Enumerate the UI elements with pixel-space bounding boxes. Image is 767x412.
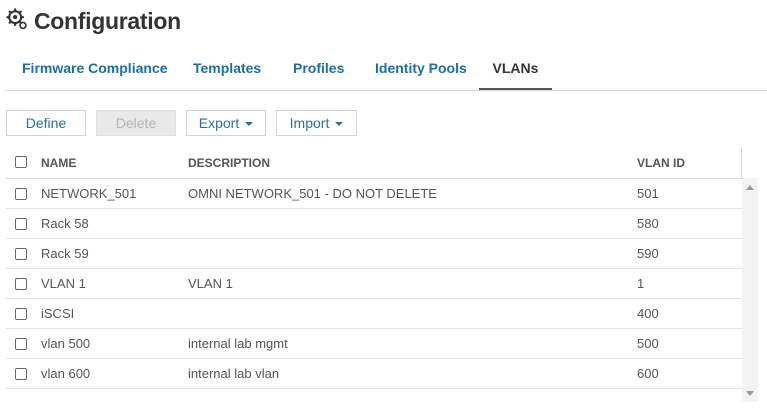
tab-bar: Firmware Compliance Templates Profiles I… [6, 48, 767, 91]
import-button[interactable]: Import [276, 110, 357, 136]
table-row[interactable]: NETWORK_501 OMNI NETWORK_501 - DO NOT DE… [6, 179, 742, 209]
cell-name: vlan 600 [41, 366, 91, 381]
cell-vlan-id: 580 [637, 216, 659, 231]
cell-vlan-id: 501 [637, 186, 659, 201]
cell-vlan-id: 500 [637, 336, 659, 351]
row-checkbox[interactable] [15, 368, 27, 380]
page-header: Configuration [6, 6, 181, 36]
cell-vlan-id: 600 [637, 366, 659, 381]
column-header-name[interactable]: NAME [41, 148, 76, 178]
select-all-checkbox[interactable] [15, 156, 27, 168]
tab-identity-pools[interactable]: Identity Pools [375, 48, 467, 88]
row-checkbox[interactable] [15, 338, 27, 350]
cell-vlan-id: 400 [637, 306, 659, 321]
import-label: Import [289, 115, 330, 131]
vlan-table: NAME DESCRIPTION VLAN ID NETWORK_501 OMN… [6, 148, 742, 389]
table-row[interactable]: Rack 59 590 [6, 239, 742, 269]
cell-vlan-id: 590 [637, 246, 659, 261]
tab-templates[interactable]: Templates [193, 48, 261, 88]
cell-vlan-id: 1 [637, 276, 645, 291]
page-title: Configuration [34, 7, 181, 34]
column-header-vlan-id[interactable]: VLAN ID [637, 148, 685, 178]
vertical-scrollbar[interactable] [742, 178, 758, 402]
gears-icon [6, 7, 28, 35]
cell-name: iSCSI [41, 306, 75, 321]
cell-name: VLAN 1 [41, 276, 86, 291]
define-button[interactable]: Define [6, 110, 86, 136]
tab-firmware-compliance[interactable]: Firmware Compliance [22, 48, 168, 88]
table-row[interactable]: vlan 500 internal lab mgmt 500 [6, 329, 742, 359]
row-checkbox[interactable] [15, 308, 27, 320]
tab-vlans[interactable]: VLANs [479, 48, 552, 90]
caret-down-icon [335, 122, 344, 127]
cell-description: VLAN 1 [188, 276, 233, 291]
cell-name: Rack 59 [41, 246, 89, 261]
scroll-up-arrow-icon[interactable] [746, 185, 754, 190]
row-checkbox[interactable] [15, 188, 27, 200]
scroll-down-arrow-icon[interactable] [746, 391, 754, 396]
caret-down-icon [245, 122, 254, 127]
table-row[interactable]: VLAN 1 VLAN 1 1 [6, 269, 742, 299]
row-checkbox[interactable] [15, 218, 27, 230]
export-label: Export [198, 115, 240, 131]
scrollbar-thumb[interactable] [745, 198, 755, 378]
cell-name: Rack 58 [41, 216, 89, 231]
column-divider [741, 148, 742, 178]
table-row[interactable]: iSCSI 400 [6, 299, 742, 329]
cell-name: NETWORK_501 [41, 186, 137, 201]
column-header-description[interactable]: DESCRIPTION [188, 148, 270, 178]
cell-description: internal lab vlan [188, 366, 280, 381]
table-header: NAME DESCRIPTION VLAN ID [6, 148, 742, 179]
cell-name: vlan 500 [41, 336, 91, 351]
tab-profiles[interactable]: Profiles [293, 48, 344, 88]
cell-description: OMNI NETWORK_501 - DO NOT DELETE [188, 186, 437, 201]
table-row[interactable]: vlan 600 internal lab vlan 600 [6, 359, 742, 389]
export-button[interactable]: Export [186, 110, 266, 136]
cell-description: internal lab mgmt [188, 336, 288, 351]
delete-button[interactable]: Delete [96, 110, 176, 136]
row-checkbox[interactable] [15, 278, 27, 290]
row-checkbox[interactable] [15, 248, 27, 260]
table-row[interactable]: Rack 58 580 [6, 209, 742, 239]
